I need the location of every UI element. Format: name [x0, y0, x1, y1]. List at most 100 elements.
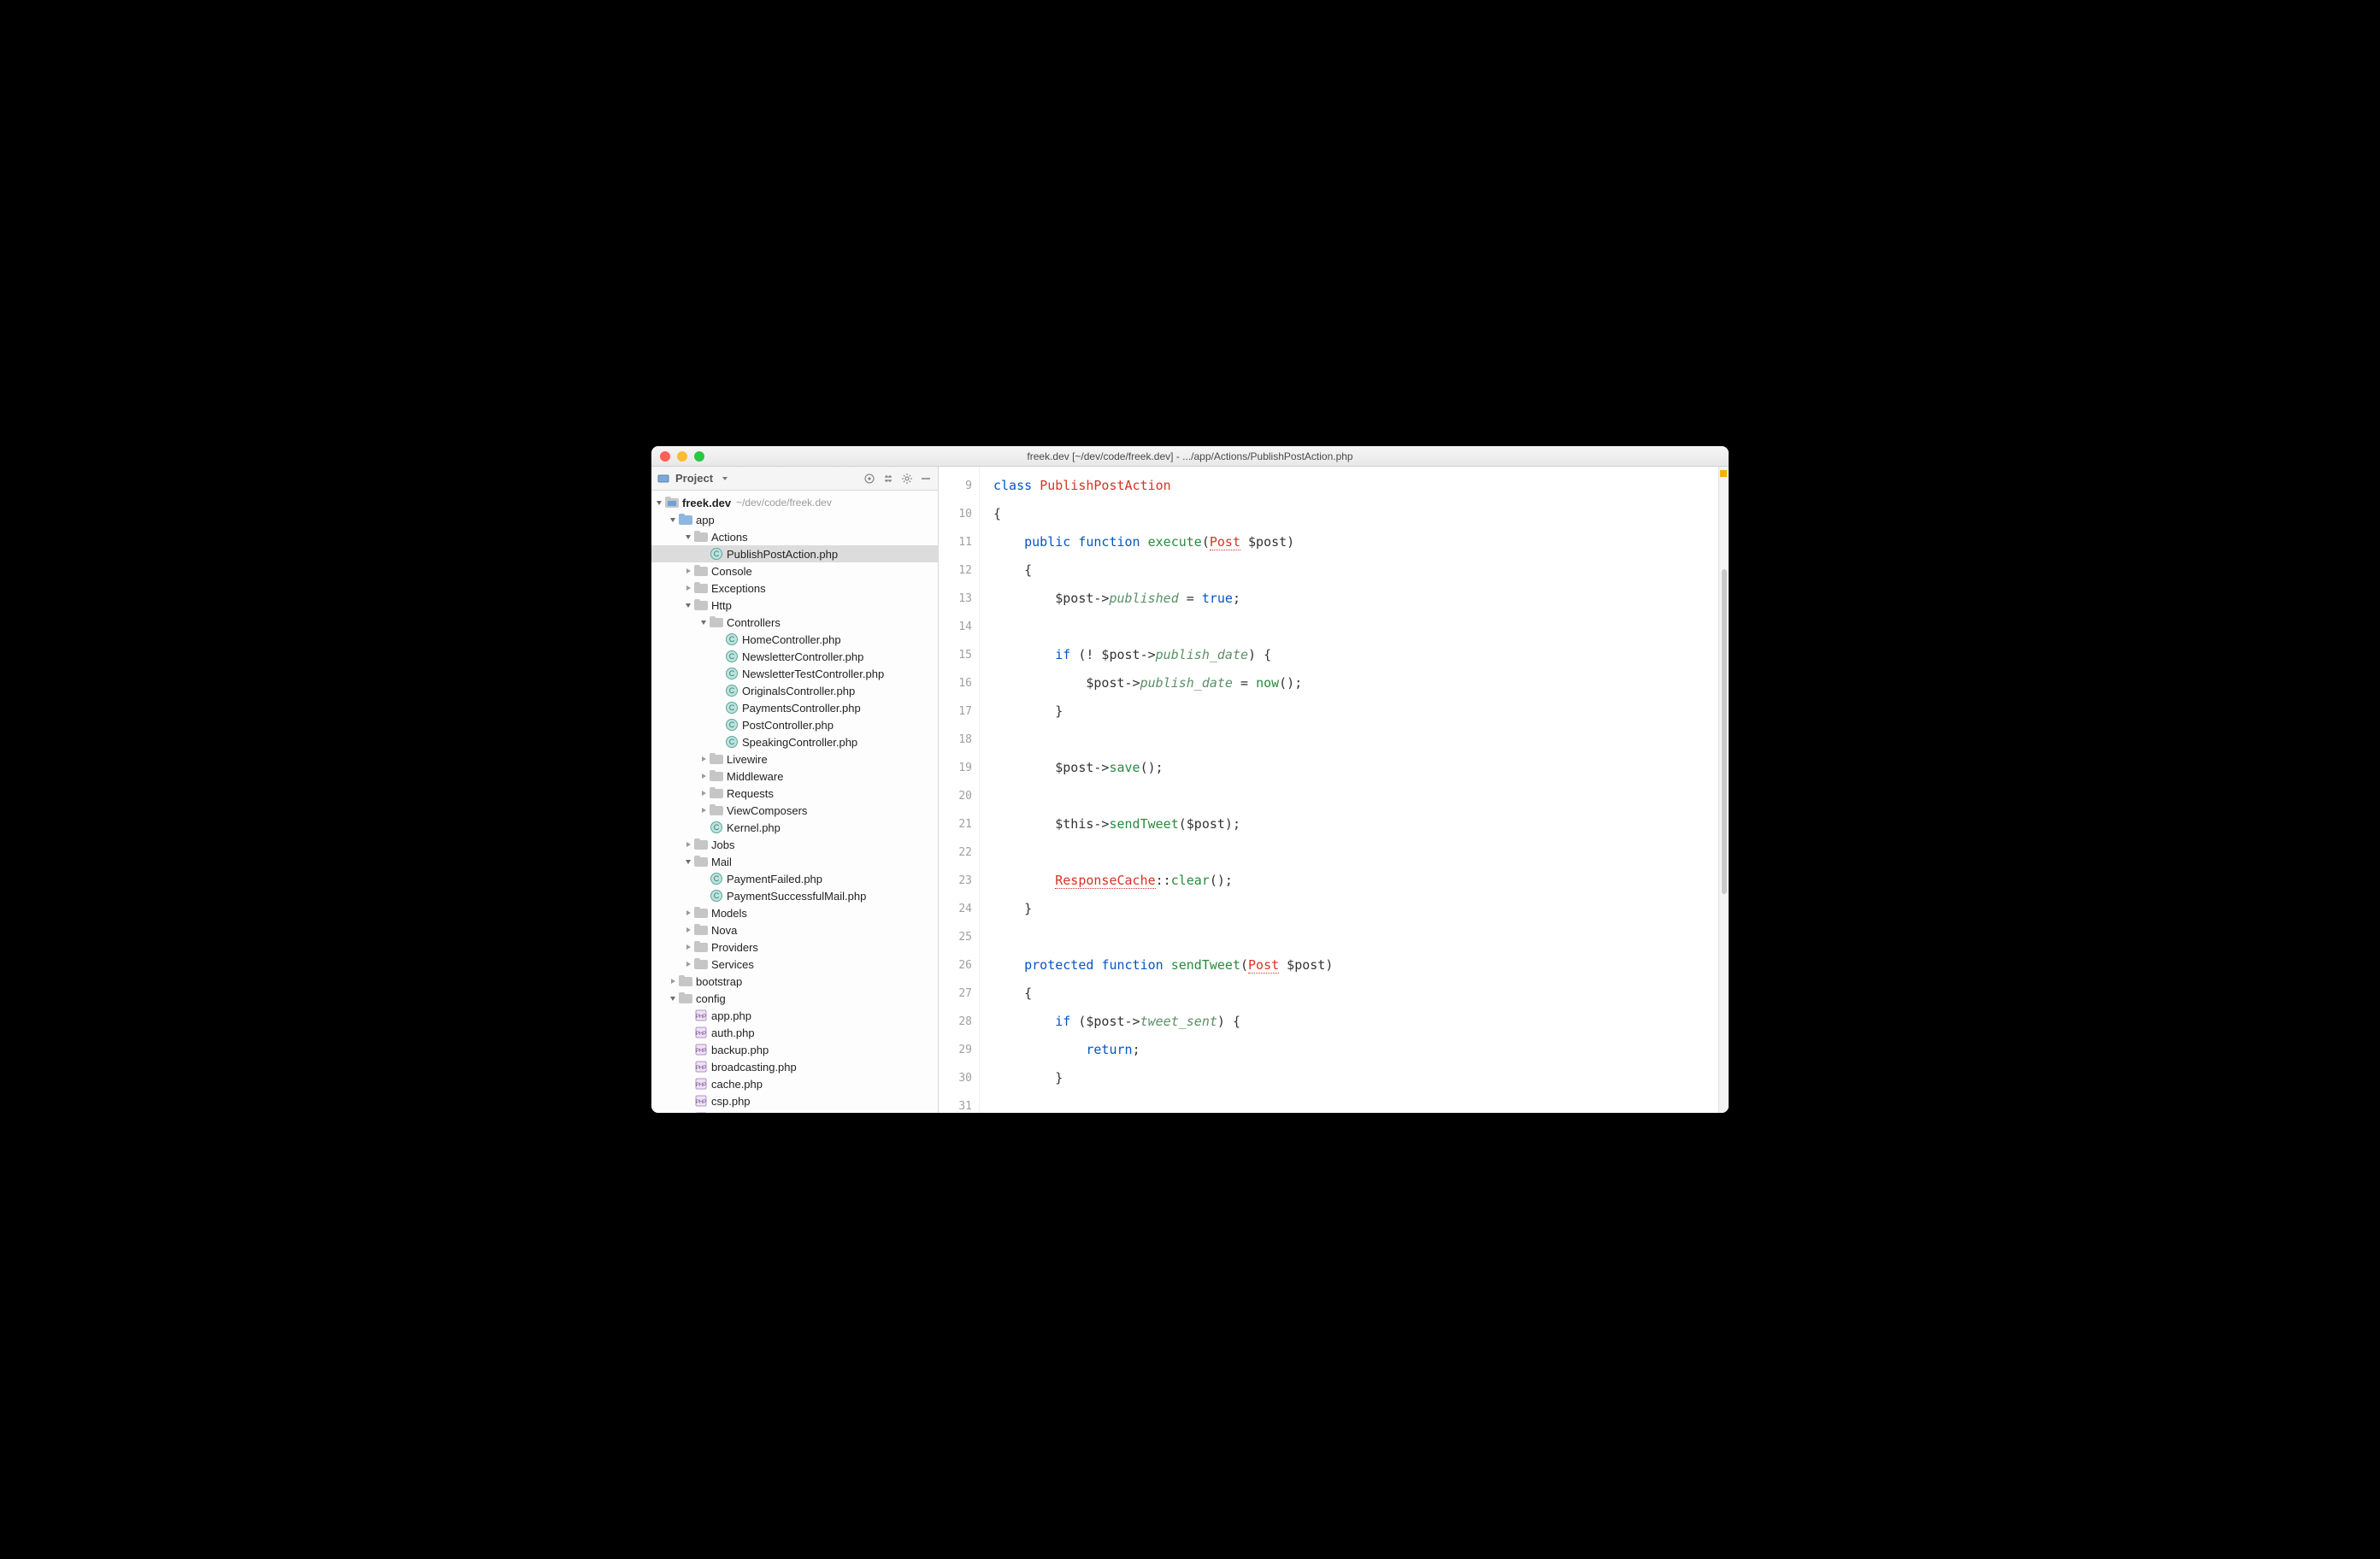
- tree-item-label: Requests: [727, 787, 774, 800]
- chevron-down-icon[interactable]: [684, 601, 692, 609]
- code-line[interactable]: return;: [993, 1036, 1729, 1064]
- code-line[interactable]: [993, 613, 1729, 641]
- chevron-right-icon[interactable]: [684, 926, 692, 934]
- code-line[interactable]: [993, 923, 1729, 951]
- hide-icon[interactable]: [919, 472, 933, 485]
- tree-file-auth.php[interactable]: PHPauth.php: [651, 1024, 938, 1041]
- tree-folder-mail[interactable]: Mail: [651, 853, 938, 870]
- chevron-down-icon[interactable]: [669, 994, 677, 1003]
- code-line[interactable]: class PublishPostAction: [993, 472, 1729, 500]
- code-line[interactable]: public function execute(Post $post): [993, 528, 1729, 556]
- code-line[interactable]: [993, 838, 1729, 867]
- tree-file-kernel.php[interactable]: CKernel.php: [651, 819, 938, 836]
- tree-file-database.php[interactable]: PHPdatabase.php: [651, 1109, 938, 1113]
- code-line[interactable]: protected function sendTweet(Post $post): [993, 951, 1729, 980]
- chevron-down-icon[interactable]: [684, 857, 692, 866]
- code-line[interactable]: {: [993, 556, 1729, 585]
- chevron-down-icon[interactable]: [655, 498, 663, 507]
- tree-folder-jobs[interactable]: Jobs: [651, 836, 938, 853]
- tree-folder-app[interactable]: app: [651, 511, 938, 528]
- chevron-down-icon[interactable]: [669, 515, 677, 524]
- tree-folder-livewire[interactable]: Livewire: [651, 750, 938, 768]
- code-line[interactable]: $post->save();: [993, 754, 1729, 782]
- error-stripe[interactable]: [1718, 467, 1729, 1113]
- code-line[interactable]: $post->published = true;: [993, 585, 1729, 613]
- tree-folder-controllers[interactable]: Controllers: [651, 614, 938, 631]
- titlebar[interactable]: freek.dev [~/dev/code/freek.dev] - .../a…: [651, 446, 1729, 467]
- code-line[interactable]: [993, 726, 1729, 754]
- tree-file-postcontroller.php[interactable]: CPostController.php: [651, 716, 938, 733]
- warning-marker[interactable]: [1720, 470, 1727, 477]
- tree-file-cache.php[interactable]: PHPcache.php: [651, 1075, 938, 1092]
- scrollbar-thumb[interactable]: [1722, 569, 1727, 894]
- chevron-down-icon[interactable]: [718, 472, 732, 485]
- folder-icon: [679, 991, 692, 1005]
- tree-file-publishpostaction.php[interactable]: CPublishPostAction.php: [651, 545, 938, 562]
- tree-file-app.php[interactable]: PHPapp.php: [651, 1007, 938, 1024]
- target-icon[interactable]: [863, 472, 876, 485]
- tree-folder-services[interactable]: Services: [651, 956, 938, 973]
- code-line[interactable]: }: [993, 697, 1729, 726]
- tree-folder-exceptions[interactable]: Exceptions: [651, 579, 938, 597]
- tree-folder-requests[interactable]: Requests: [651, 785, 938, 802]
- tree-folder-config[interactable]: config: [651, 990, 938, 1007]
- collapse-all-icon[interactable]: [881, 472, 895, 485]
- tree-file-originalscontroller.php[interactable]: COriginalsController.php: [651, 682, 938, 699]
- code-line[interactable]: if (! $post->publish_date) {: [993, 641, 1729, 669]
- chevron-right-icon[interactable]: [699, 755, 708, 763]
- gear-icon[interactable]: [900, 472, 914, 485]
- code-area[interactable]: class PublishPostAction{ public function…: [980, 467, 1729, 1113]
- code-line[interactable]: }: [993, 895, 1729, 923]
- chevron-right-icon[interactable]: [699, 772, 708, 780]
- tree-file-paymentsuccessfulmail.php[interactable]: CPaymentSuccessfulMail.php: [651, 887, 938, 904]
- tree-file-paymentfailed.php[interactable]: CPaymentFailed.php: [651, 870, 938, 887]
- code-line[interactable]: }: [993, 1064, 1729, 1092]
- zoom-window-button[interactable]: [694, 451, 704, 462]
- chevron-right-icon[interactable]: [699, 806, 708, 815]
- project-tab-label[interactable]: Project: [675, 472, 713, 485]
- chevron-right-icon[interactable]: [684, 567, 692, 575]
- tree-file-newslettertestcontroller.php[interactable]: CNewsletterTestController.php: [651, 665, 938, 682]
- code-line[interactable]: [993, 1092, 1729, 1113]
- tree-file-speakingcontroller.php[interactable]: CSpeakingController.php: [651, 733, 938, 750]
- chevron-right-icon[interactable]: [684, 960, 692, 968]
- tree-folder-providers[interactable]: Providers: [651, 938, 938, 956]
- chevron-right-icon[interactable]: [684, 909, 692, 917]
- tree-folder-nova[interactable]: Nova: [651, 921, 938, 938]
- tree-file-paymentscontroller.php[interactable]: CPaymentsController.php: [651, 699, 938, 716]
- tree-folder-models[interactable]: Models: [651, 904, 938, 921]
- code-line[interactable]: {: [993, 980, 1729, 1008]
- code-line[interactable]: ResponseCache::clear();: [993, 867, 1729, 895]
- code-line[interactable]: $this->sendTweet($post);: [993, 810, 1729, 838]
- tree-file-newslettercontroller.php[interactable]: CNewsletterController.php: [651, 648, 938, 665]
- line-number: 14: [939, 613, 972, 641]
- tree-file-broadcasting.php[interactable]: PHPbroadcasting.php: [651, 1058, 938, 1075]
- code-line[interactable]: [993, 782, 1729, 810]
- tree-file-homecontroller.php[interactable]: CHomeController.php: [651, 631, 938, 648]
- tree-folder-http[interactable]: Http: [651, 597, 938, 614]
- tree-folder-console[interactable]: Console: [651, 562, 938, 579]
- chevron-right-icon[interactable]: [684, 840, 692, 849]
- chevron-down-icon[interactable]: [699, 618, 708, 627]
- code-line[interactable]: {: [993, 500, 1729, 528]
- tree-folder-actions[interactable]: Actions: [651, 528, 938, 545]
- minimize-window-button[interactable]: [677, 451, 687, 462]
- chevron-down-icon[interactable]: [684, 532, 692, 541]
- chevron-right-icon[interactable]: [684, 584, 692, 592]
- code-editor[interactable]: 9101112131415161718192021222324252627282…: [939, 467, 1729, 1113]
- code-line[interactable]: if ($post->tweet_sent) {: [993, 1008, 1729, 1036]
- tree-folder-viewcomposers[interactable]: ViewComposers: [651, 802, 938, 819]
- tree-folder-bootstrap[interactable]: bootstrap: [651, 973, 938, 990]
- project-tree[interactable]: freek.dev~/dev/code/freek.devappActionsC…: [651, 491, 938, 1113]
- tree-folder-middleware[interactable]: Middleware: [651, 768, 938, 785]
- chevron-right-icon[interactable]: [699, 789, 708, 797]
- chevron-right-icon[interactable]: [669, 977, 677, 985]
- chevron-right-icon[interactable]: [684, 943, 692, 951]
- tree-file-csp.php[interactable]: PHPcsp.php: [651, 1092, 938, 1109]
- close-window-button[interactable]: [660, 451, 670, 462]
- tree-folder-freek.dev[interactable]: freek.dev~/dev/code/freek.dev: [651, 494, 938, 511]
- tree-file-backup.php[interactable]: PHPbackup.php: [651, 1041, 938, 1058]
- folder-icon: [694, 598, 708, 612]
- code-line[interactable]: $post->publish_date = now();: [993, 669, 1729, 697]
- php-icon: PHP: [694, 1043, 708, 1056]
